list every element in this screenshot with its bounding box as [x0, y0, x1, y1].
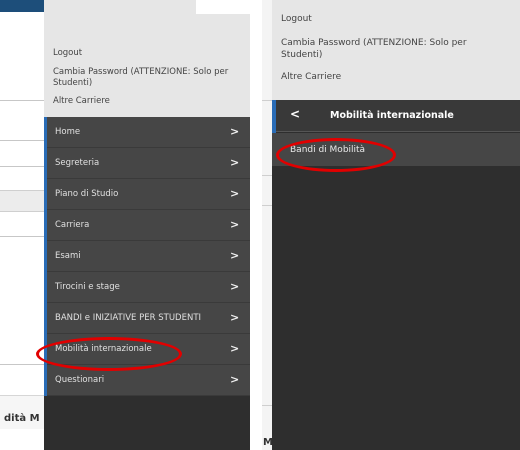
menu-item-piano-di-studio[interactable]: Piano di Studio >: [44, 179, 250, 210]
menu-item-label: Piano di Studio: [55, 189, 119, 199]
chevron-right-icon: >: [230, 342, 240, 355]
user-menu: Logout Cambia Password (ATTENZIONE: Solo…: [272, 0, 520, 100]
divider: [262, 175, 272, 176]
navigation-drawer-submenu: Logout Cambia Password (ATTENZIONE: Solo…: [272, 0, 520, 450]
chevron-right-icon: >: [230, 187, 240, 200]
navigation-drawer: Logout Cambia Password (ATTENZIONE: Solo…: [44, 0, 250, 450]
chevron-right-icon: >: [230, 311, 240, 324]
divider: [0, 236, 44, 237]
menu-item-label: Carriera: [55, 220, 90, 230]
background-heading-fragment: dità M: [4, 413, 40, 424]
other-careers-link[interactable]: Altre Carriere: [281, 72, 341, 82]
chevron-right-icon: >: [230, 156, 240, 169]
menu-item-label: Esami: [55, 251, 81, 261]
background-table-row: [0, 190, 44, 212]
menu-item-label: BANDI e INIZIATIVE PER STUDENTI: [55, 313, 202, 323]
menu-item-label: Tirocini e stage: [55, 282, 120, 292]
background-heading-fragment: M: [263, 437, 272, 448]
change-password-link[interactable]: Cambia Password (ATTENZIONE: Solo per: [281, 38, 467, 48]
logout-link[interactable]: Logout: [281, 14, 312, 24]
drawer-corner: [196, 0, 250, 14]
back-chevron-icon[interactable]: <: [290, 107, 300, 121]
menu-item-label: Segreteria: [55, 158, 100, 168]
menu-item-bandi-e-iniziative[interactable]: BANDI e INIZIATIVE PER STUDENTI >: [44, 303, 250, 334]
menu-item-questionari[interactable]: Questionari >: [44, 365, 250, 396]
divider: [262, 405, 272, 406]
menu-item-segreteria[interactable]: Segreteria >: [44, 148, 250, 179]
change-password-link[interactable]: Cambia Password (ATTENZIONE: Solo per: [53, 67, 228, 77]
logout-link[interactable]: Logout: [53, 48, 82, 58]
chevron-right-icon: >: [230, 280, 240, 293]
divider: [0, 364, 44, 365]
chevron-right-icon: >: [230, 218, 240, 231]
submenu-title: Mobilità internazionale: [330, 110, 454, 121]
menu-item-esami[interactable]: Esami >: [44, 241, 250, 272]
user-menu: Logout Cambia Password (ATTENZIONE: Solo…: [44, 0, 250, 117]
divider: [0, 100, 44, 101]
menu-item-home[interactable]: Home >: [44, 117, 250, 148]
chevron-right-icon: >: [230, 373, 240, 386]
divider: [262, 100, 272, 101]
chevron-right-icon: >: [230, 125, 240, 138]
menu-item-label: Questionari: [55, 375, 105, 385]
menu-item-label: Home: [55, 127, 81, 137]
menu-item-tirocini-e-stage[interactable]: Tirocini e stage >: [44, 272, 250, 303]
background-page-strip: [262, 0, 272, 450]
highlight-circle-bandi: [276, 138, 396, 172]
chevron-right-icon: >: [230, 249, 240, 262]
change-password-link-continued[interactable]: Studenti): [53, 78, 92, 88]
divider: [0, 166, 44, 167]
menu-item-carriera[interactable]: Carriera >: [44, 210, 250, 241]
page-header-bar: [0, 0, 44, 12]
divider: [262, 205, 272, 206]
highlight-circle-mobilita: [36, 337, 182, 371]
other-careers-link[interactable]: Altre Carriere: [53, 96, 110, 106]
divider: [0, 140, 44, 141]
change-password-link-continued[interactable]: Studenti): [281, 50, 322, 60]
